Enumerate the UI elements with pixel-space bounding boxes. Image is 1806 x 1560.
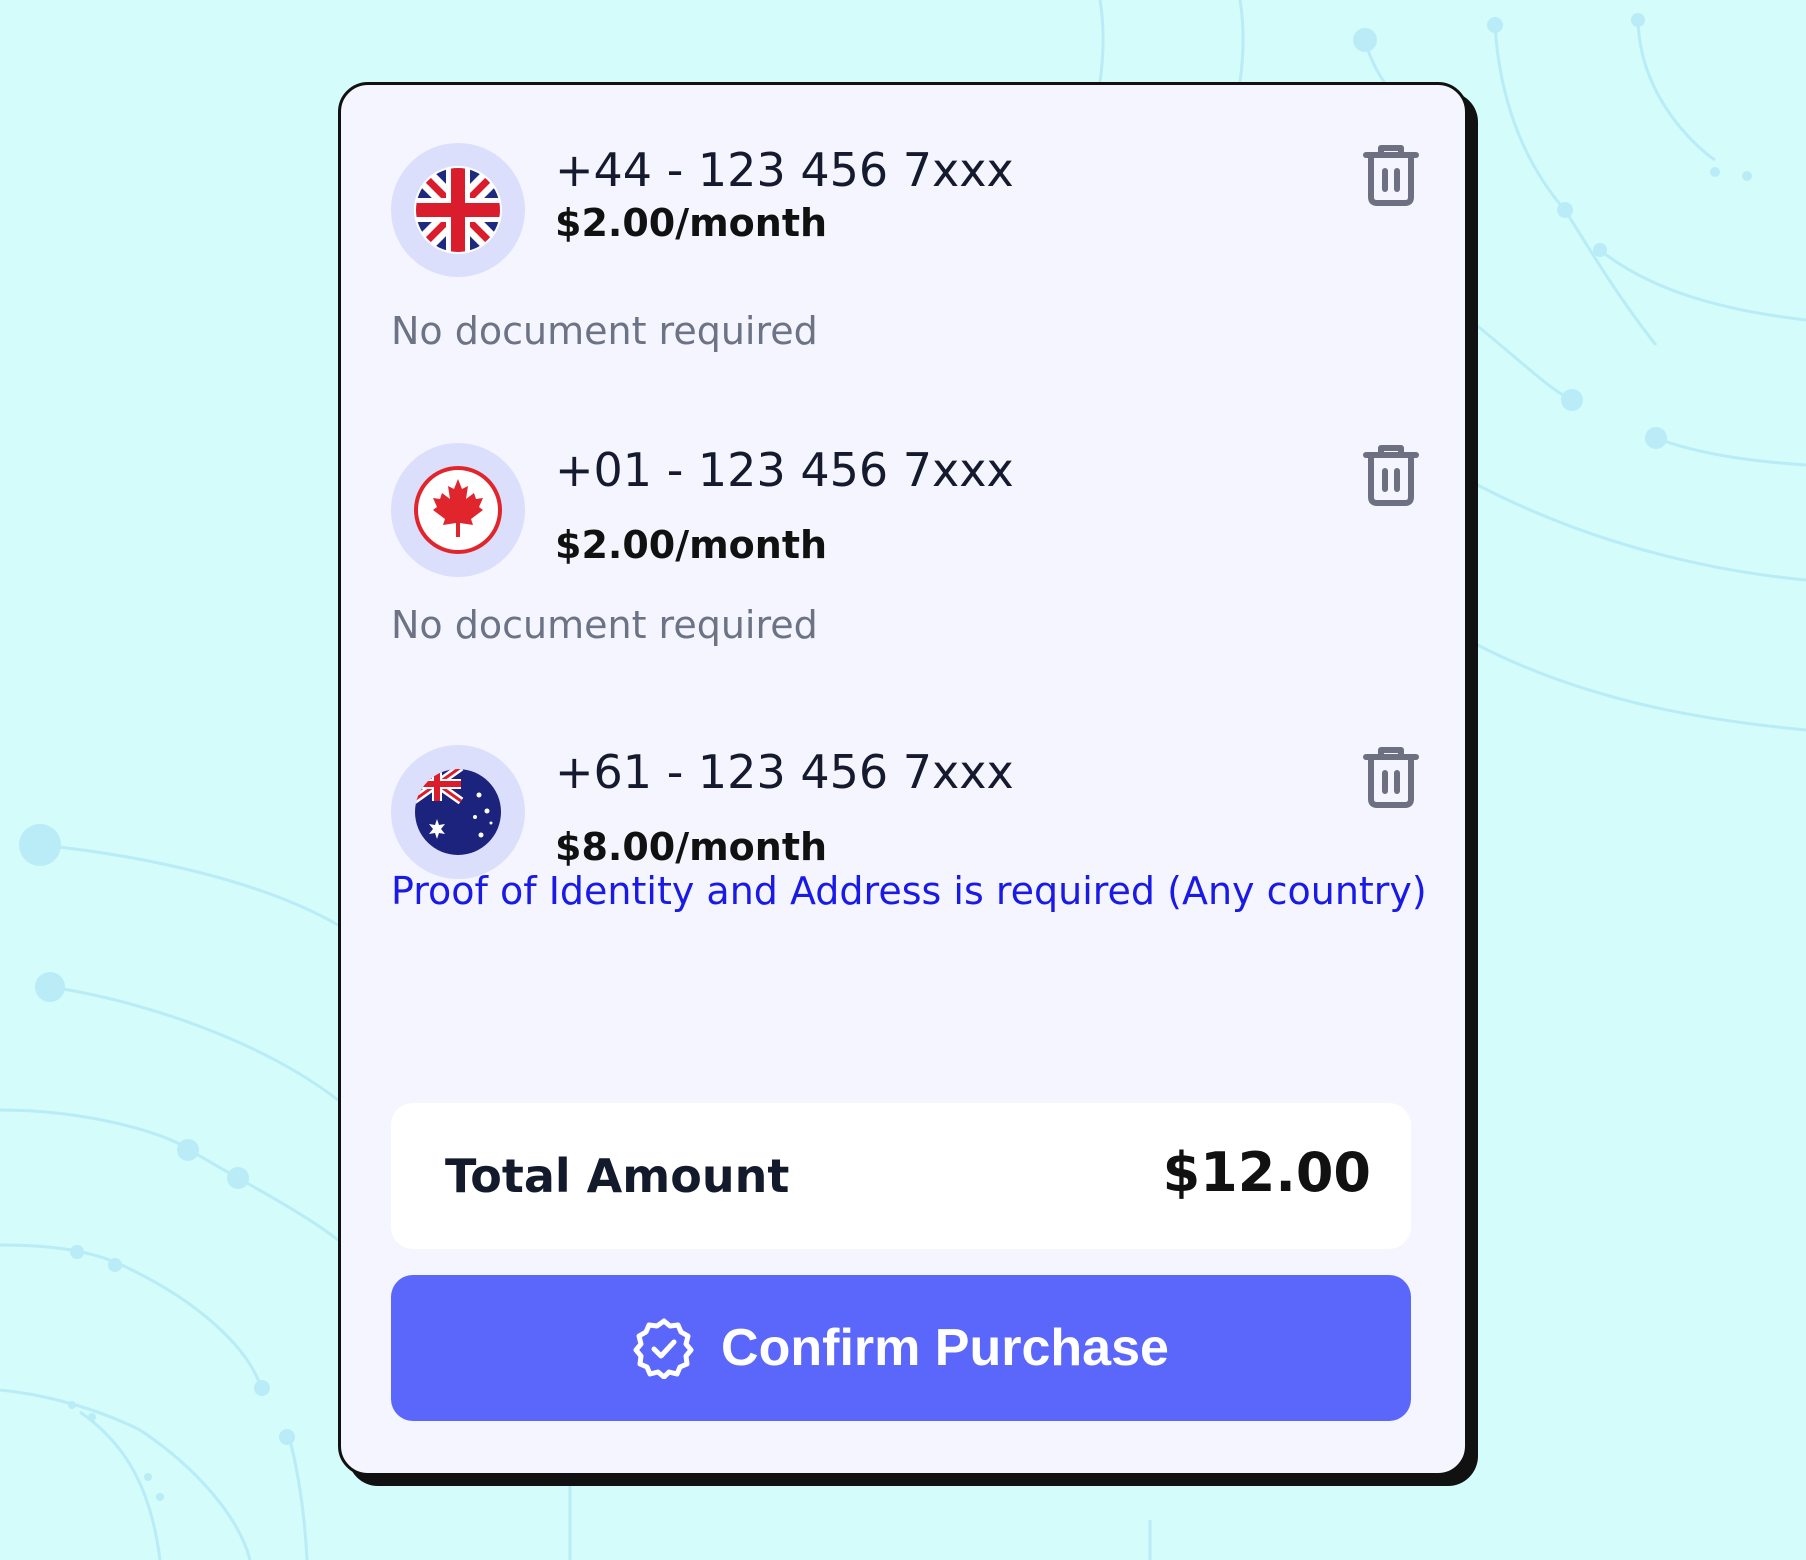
- total-label: Total Amount: [445, 1149, 790, 1203]
- monthly-price: $2.00/month: [555, 523, 828, 567]
- total-value: $12.00: [1162, 1141, 1371, 1204]
- uk-flag-icon: [414, 166, 502, 254]
- trash-icon[interactable]: [1361, 745, 1421, 809]
- confirm-purchase-label: Confirm Purchase: [721, 1319, 1169, 1377]
- flag-avatar: [391, 443, 525, 577]
- verified-badge-icon: [633, 1318, 694, 1379]
- trash-icon[interactable]: [1361, 443, 1421, 507]
- phone-number: +44 - 123 456 7xxx: [555, 143, 1014, 197]
- list-item: +01 - 123 456 7xxx $2.00/month No docume…: [391, 443, 1421, 647]
- flag-avatar: [391, 745, 525, 879]
- canada-flag-icon: [414, 466, 502, 554]
- monthly-price: $8.00/month: [555, 825, 828, 869]
- phone-number: +01 - 123 456 7xxx: [555, 443, 1014, 497]
- trash-icon[interactable]: [1361, 143, 1421, 207]
- list-item: +44 - 123 456 7xxx $2.00/month No docume…: [391, 143, 1421, 353]
- confirm-purchase-button[interactable]: Confirm Purchase: [391, 1275, 1411, 1421]
- purchase-card: +44 - 123 456 7xxx $2.00/month No docume…: [338, 82, 1468, 1476]
- phone-number: +61 - 123 456 7xxx: [555, 745, 1014, 799]
- flag-avatar: [391, 143, 525, 277]
- document-requirement: No document required: [391, 309, 818, 353]
- monthly-price: $2.00/month: [555, 201, 828, 245]
- list-item: +61 - 123 456 7xxx $8.00/month Proof of …: [391, 745, 1427, 925]
- delete-button[interactable]: [1361, 443, 1421, 507]
- delete-button[interactable]: [1361, 745, 1421, 809]
- total-amount-box: Total Amount $12.00: [391, 1103, 1411, 1249]
- document-requirement: Proof of Identity and Address is require…: [391, 869, 1427, 913]
- australia-flag-icon: [415, 769, 501, 855]
- document-requirement: No document required: [391, 603, 818, 647]
- delete-button[interactable]: [1361, 143, 1421, 207]
